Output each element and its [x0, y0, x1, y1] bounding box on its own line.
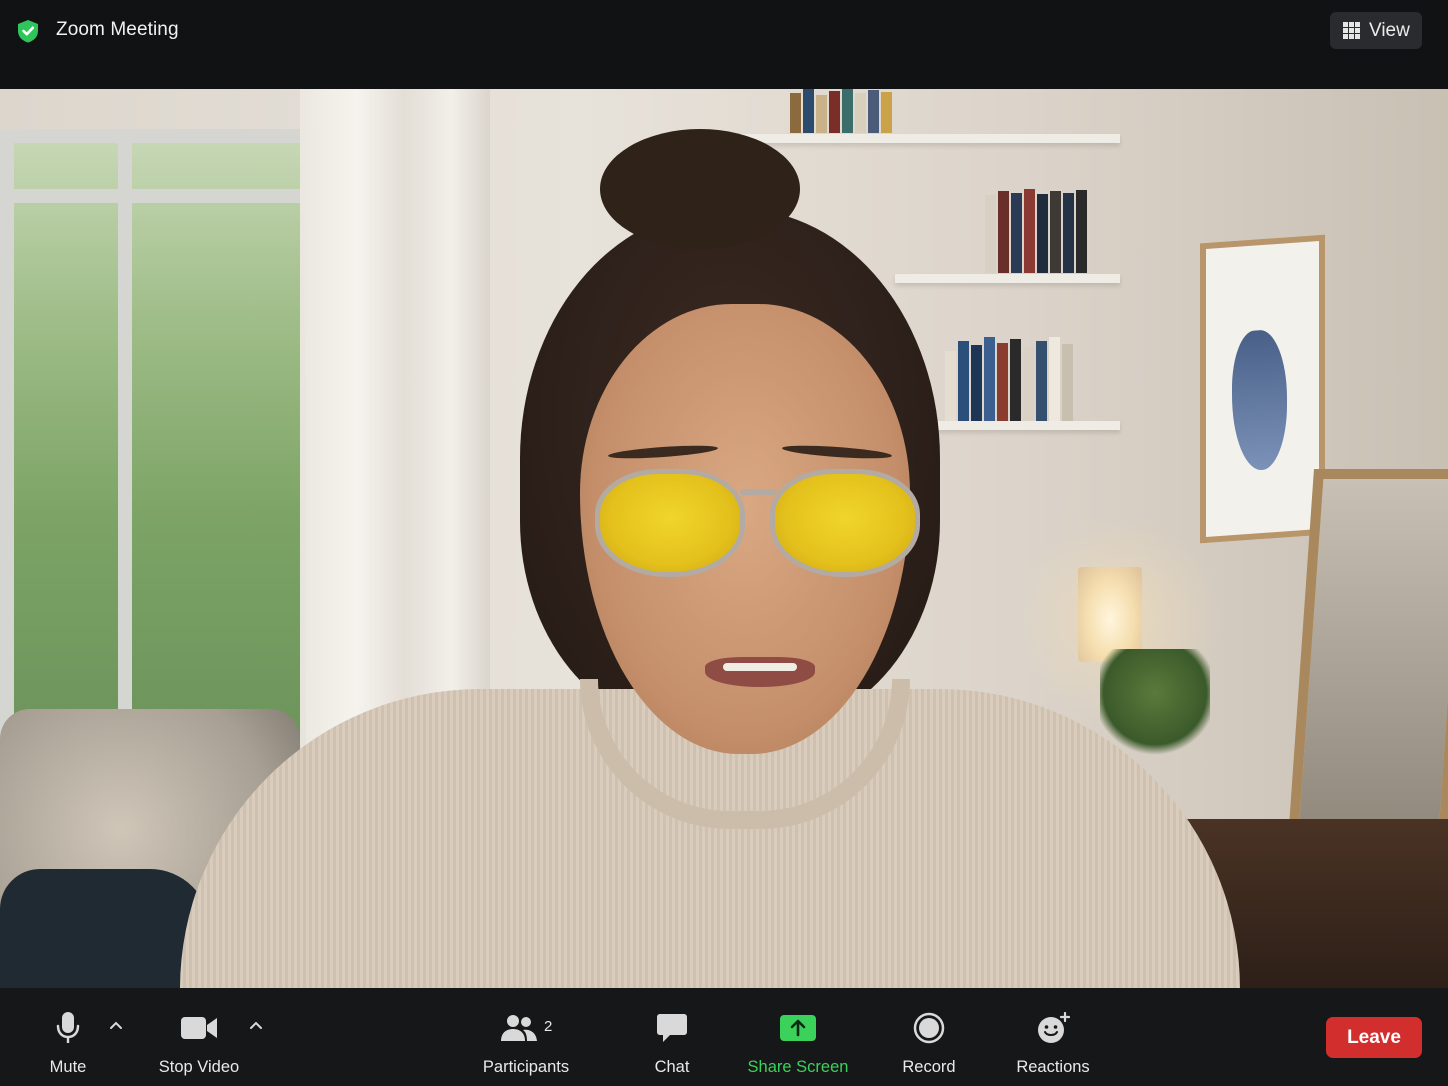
participant-person — [180, 129, 1240, 988]
view-button[interactable]: View — [1330, 12, 1422, 49]
stop-video-button[interactable]: Stop Video — [152, 988, 246, 1086]
participants-count: 2 — [544, 1018, 553, 1035]
participant-video[interactable] — [0, 89, 1448, 988]
view-button-label: View — [1369, 19, 1410, 41]
participants-button[interactable]: 2 Participants — [474, 988, 578, 1086]
record-button[interactable]: Record — [896, 988, 962, 1086]
meeting-title: Zoom Meeting — [56, 19, 179, 40]
mute-label: Mute — [49, 1058, 87, 1076]
leave-button[interactable]: Leave — [1326, 1017, 1422, 1058]
background-books — [790, 89, 892, 133]
title-bar: Zoom Meeting View — [0, 0, 1448, 89]
chat-button[interactable]: Chat — [642, 988, 702, 1086]
yellow-glasses-lens — [770, 469, 920, 577]
reactions-label: Reactions — [1016, 1058, 1090, 1076]
record-icon — [913, 1010, 945, 1046]
background-mirror — [1286, 469, 1448, 869]
background-blanket — [0, 869, 210, 988]
yellow-glasses-lens — [595, 469, 745, 577]
stop-video-label: Stop Video — [158, 1058, 240, 1076]
participants-label: Participants — [482, 1058, 570, 1076]
record-label: Record — [902, 1058, 956, 1076]
mute-button[interactable]: Mute — [38, 988, 98, 1086]
video-camera-icon — [180, 1010, 218, 1046]
people-icon: 2 — [474, 1010, 578, 1046]
share-screen-button[interactable]: Share Screen — [744, 988, 852, 1086]
reactions-button[interactable]: Reactions — [1010, 988, 1096, 1086]
smiley-add-icon — [1036, 1010, 1070, 1046]
chat-label: Chat — [654, 1058, 690, 1076]
shield-check-icon[interactable] — [17, 19, 39, 43]
audio-options-chevron-up-icon[interactable] — [108, 1018, 124, 1034]
microphone-icon — [55, 1010, 81, 1046]
grid-icon — [1343, 22, 1360, 39]
video-options-chevron-up-icon[interactable] — [248, 1018, 264, 1034]
share-screen-label: Share Screen — [747, 1058, 849, 1076]
chat-bubble-icon — [656, 1010, 688, 1046]
meeting-controls-toolbar: Mute Stop Video 2 Participants Chat Shar… — [0, 988, 1448, 1086]
share-arrow-icon — [779, 1010, 817, 1046]
